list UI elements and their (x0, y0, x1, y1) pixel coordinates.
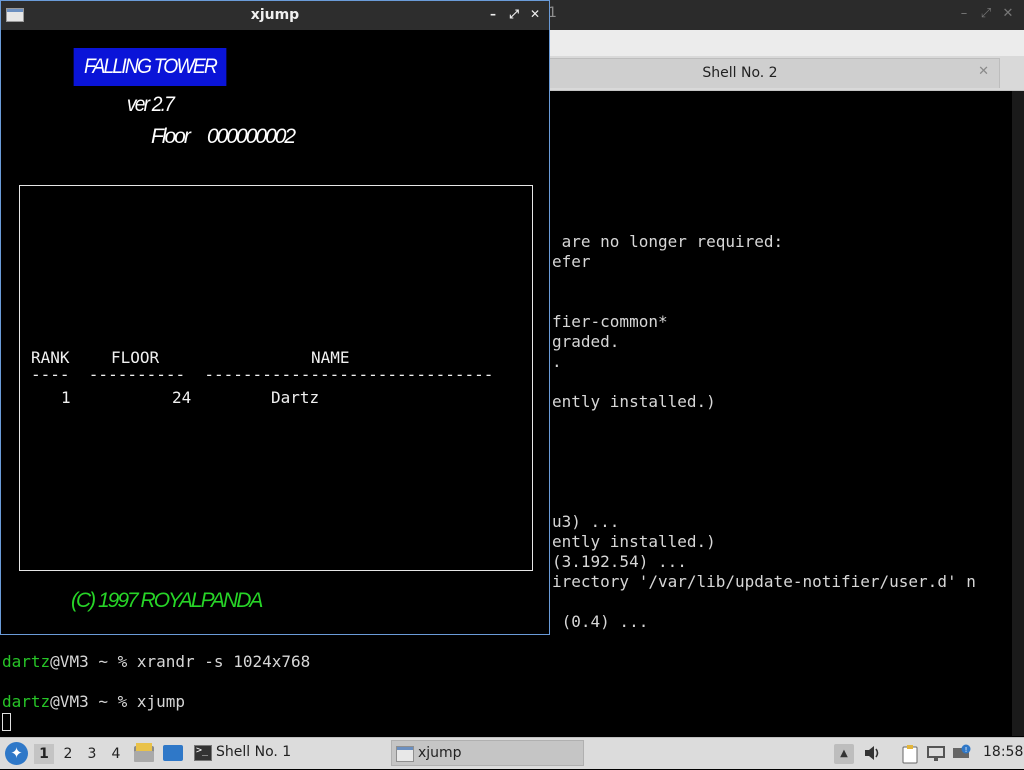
prompt-line: dartz@VM3 ~ % xrandr -s 1024x768 (2, 652, 310, 672)
terminal-output-line: fier-common* (552, 312, 668, 331)
prompt-command: @VM3 ~ % xrandr -s 1024x768 (50, 652, 311, 671)
file-manager-icon[interactable] (134, 743, 154, 763)
task-label: Shell No. 1 (216, 744, 292, 760)
task-label: xjump (418, 745, 462, 761)
header-underline: ---- ---------- ------------------------… (31, 365, 494, 384)
taskbar: ✦ 1 2 3 4 Shell No. 1 xjump ▲ ! 18:58 (0, 737, 1024, 769)
task-xjump[interactable]: xjump (391, 740, 584, 766)
prompt-command: @VM3 ~ % xjump (50, 692, 186, 711)
xjump-titlebar[interactable]: xjump – ⤢ ✕ (1, 1, 549, 30)
terminal-close-icon[interactable]: ✕ (1000, 6, 1016, 21)
prompt-user: dartz (2, 692, 51, 711)
copyright-text: (C) 1997 ROYALPANDA (71, 589, 263, 612)
tray-expand-icon[interactable]: ▲ (834, 744, 854, 764)
terminal-output-line: ently installed.) (552, 392, 716, 411)
workspace-4[interactable]: 4 (106, 744, 126, 764)
start-menu-icon[interactable]: ✦ (5, 742, 28, 765)
row-rank: 1 (61, 388, 71, 407)
clock: 18:58 (983, 744, 1024, 760)
tab-close-icon[interactable]: ✕ (978, 64, 989, 79)
floor-counter: 000000002 (207, 125, 296, 148)
minimize-icon[interactable]: – (485, 7, 501, 22)
terminal-output-line: u3) ... (552, 512, 620, 531)
terminal-output-line: irectory '/var/lib/update-notifier/user.… (552, 572, 976, 591)
workspace-2[interactable]: 2 (58, 744, 78, 764)
show-desktop-icon[interactable] (163, 745, 183, 761)
close-icon[interactable]: ✕ (527, 7, 543, 22)
game-logo: FALLING TOWER ver 2.7 (73, 48, 227, 116)
floor-label: Floor (151, 125, 191, 148)
volume-icon[interactable] (862, 744, 882, 764)
terminal-output-line: (3.192.54) ... (552, 552, 687, 571)
workspace-1[interactable]: 1 (34, 744, 54, 764)
terminal-output-line: . (552, 352, 562, 371)
terminal-output-line: are no longer required: (552, 232, 784, 251)
window-icon (396, 746, 414, 762)
tab-label: Shell No. 2 (702, 65, 778, 81)
terminal-output-line: (0.4) ... (552, 612, 649, 631)
network-icon[interactable] (926, 744, 946, 764)
terminal-cursor (2, 713, 11, 731)
terminal-output-line: efer (552, 252, 591, 271)
row-name: Dartz (271, 388, 320, 407)
update-notifier-icon[interactable]: ! (952, 744, 972, 764)
terminal-output-line: ently installed.) (552, 532, 716, 551)
maximize-icon[interactable]: ⤢ (506, 7, 522, 22)
terminal-icon (194, 745, 212, 761)
clipboard-icon[interactable] (900, 744, 920, 764)
row-floor: 24 (172, 388, 192, 407)
xjump-window[interactable]: xjump – ⤢ ✕ FALLING TOWER ver 2.7 Floor … (0, 0, 550, 635)
svg-text:!: ! (965, 746, 968, 754)
task-shell-no-1[interactable]: Shell No. 1 (190, 740, 370, 766)
terminal-output-line: graded. (552, 332, 620, 351)
prompt-line: dartz@VM3 ~ % xjump (2, 692, 185, 712)
terminal-scrollbar[interactable] (1012, 91, 1024, 736)
window-title: xjump (250, 7, 300, 23)
workspace-3[interactable]: 3 (82, 744, 102, 764)
tab-shell-no-2[interactable]: Shell No. 2 ✕ (480, 58, 1000, 88)
prompt-user: dartz (2, 652, 51, 671)
terminal-maximize-icon[interactable]: ⤢ (978, 6, 994, 21)
terminal-minimize-icon[interactable]: – (956, 6, 972, 21)
